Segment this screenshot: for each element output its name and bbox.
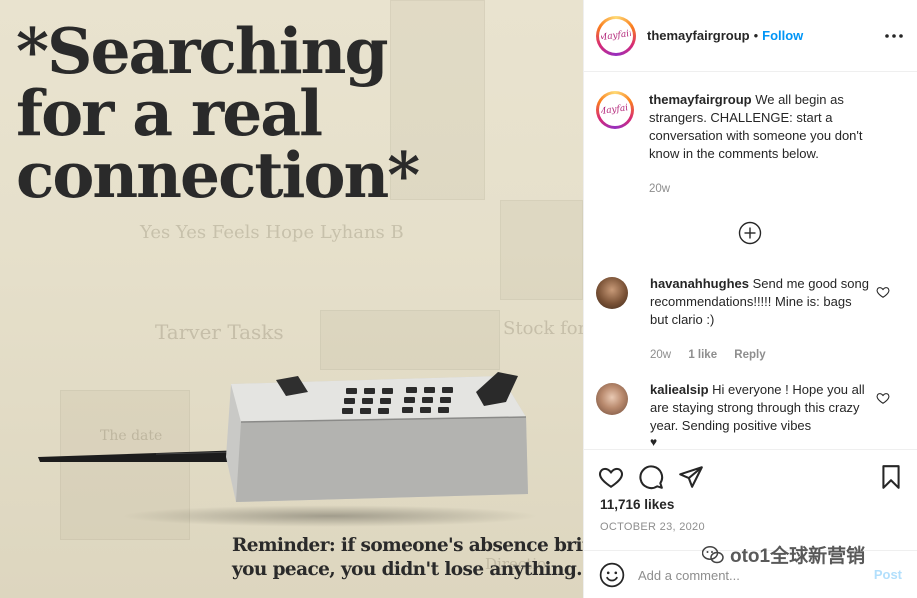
caption: Mayfair themayfairgroup We all begin as …	[596, 91, 906, 198]
save-bookmark-icon[interactable]	[878, 464, 904, 490]
avatar[interactable]: Mayfair	[596, 91, 634, 129]
like-comment-heart-icon[interactable]	[876, 285, 890, 299]
background-newspaper-text: Yes Yes Feels Hope Lyhans B	[140, 222, 404, 243]
comments-section[interactable]: Mayfair themayfairgroup We all begin as …	[584, 73, 917, 449]
poster-headline: *Searching for a real connection*	[16, 14, 436, 212]
headline-line: connection*	[16, 138, 420, 212]
heart-emoji-icon: ♥	[650, 435, 658, 449]
comment-bubble-icon[interactable]	[638, 464, 664, 490]
follow-button[interactable]: Follow	[762, 28, 803, 43]
post-sidebar: Mayfair themayfairgroup • Follow Mayfair…	[583, 0, 917, 598]
more-options-icon[interactable]	[882, 28, 906, 44]
avatar[interactable]: Mayfair	[596, 15, 636, 56]
comment-username[interactable]: havanahhughes	[650, 276, 749, 291]
like-comment-heart-icon[interactable]	[876, 391, 890, 405]
post-actions: 11,716 likes OCTOBER 23, 2020	[584, 449, 917, 550]
cell-phone-illustration	[38, 372, 528, 502]
post-image[interactable]: Yes Yes Feels Hope Lyhans B Tarver Tasks…	[0, 0, 583, 598]
avatar-logo: Mayfair	[599, 102, 631, 118]
newspaper-column	[320, 310, 500, 370]
caption-time[interactable]: 20w	[649, 183, 670, 195]
comment: havanahhughes Send me good song recommen…	[596, 275, 906, 364]
newspaper-column	[500, 200, 583, 300]
commenter-avatar[interactable]	[596, 383, 628, 415]
separator-dot: •	[753, 28, 759, 43]
add-comment-bar: Post	[584, 550, 917, 598]
post-date[interactable]: OCTOBER 23, 2020	[600, 521, 705, 533]
caption-body: themayfairgroup We all begin as stranger…	[649, 91, 889, 198]
comment-likes[interactable]: 1 like	[688, 349, 717, 361]
share-paper-plane-icon[interactable]	[678, 464, 704, 490]
comment-input[interactable]	[638, 563, 858, 587]
reminder-line: you peace, you didn't lose anything.	[232, 559, 583, 580]
avatar-image: Mayfair	[599, 94, 631, 126]
background-newspaper-text: Tarver Tasks	[155, 320, 284, 344]
post-comment-button[interactable]: Post	[874, 567, 902, 582]
avatar-logo: Mayfair	[599, 28, 633, 43]
headline-line: *Searching	[16, 14, 389, 88]
likes-count[interactable]: 11,716 likes	[600, 497, 674, 512]
reminder-line: Reminder: if someone's absence brings	[232, 535, 583, 556]
comment-time[interactable]: 20w	[650, 349, 671, 361]
emoji-icon[interactable]	[599, 562, 625, 588]
background-newspaper-text: Stock for	[503, 318, 583, 339]
headline-line: for a real	[16, 76, 323, 150]
comment-meta: 20w 1 like Reply	[650, 346, 870, 364]
comment-body: kaliealsip Hi everyone ! Hope you all ar…	[650, 381, 870, 449]
comment-username[interactable]: kaliealsip	[650, 382, 709, 397]
commenter-avatar[interactable]	[596, 277, 628, 309]
post-header: Mayfair themayfairgroup • Follow	[584, 0, 917, 72]
load-more-comments-icon[interactable]	[738, 221, 762, 245]
caption-meta: 20w	[649, 180, 889, 198]
like-heart-icon[interactable]	[598, 464, 624, 490]
reply-button[interactable]: Reply	[734, 349, 765, 361]
avatar-image: Mayfair	[599, 18, 633, 53]
comment-body: havanahhughes Send me good song recommen…	[650, 275, 870, 364]
comment: kaliealsip Hi everyone ! Hope you all ar…	[596, 381, 906, 449]
header-username[interactable]: themayfairgroup	[647, 28, 750, 43]
poster-reminder-text: Reminder: if someone's absence brings yo…	[232, 534, 583, 582]
caption-username[interactable]: themayfairgroup	[649, 92, 752, 107]
